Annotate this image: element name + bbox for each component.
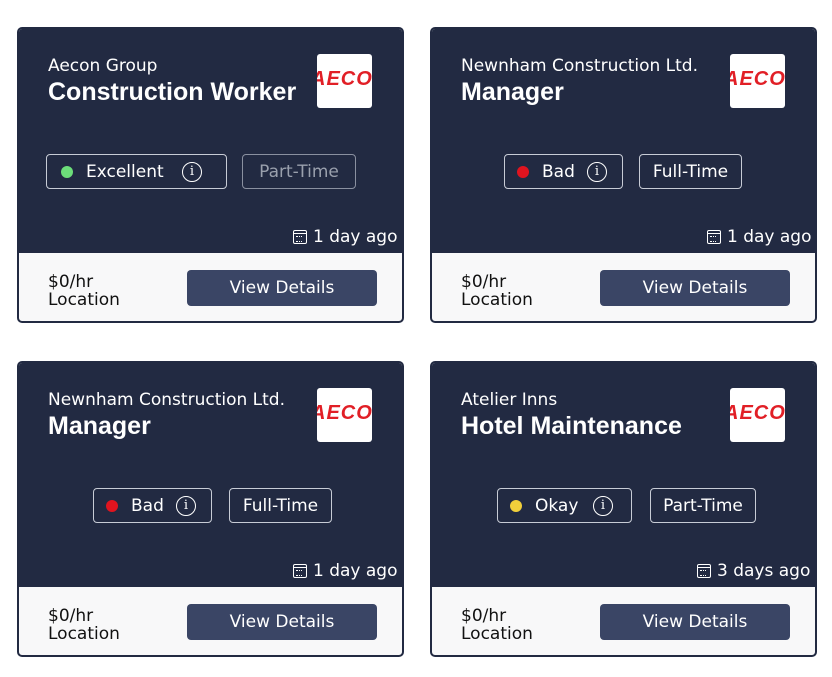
location-label: Location xyxy=(461,624,533,644)
rating-badge: Bad i xyxy=(93,488,212,523)
job-title: Manager xyxy=(461,78,564,106)
company-name: Atelier Inns xyxy=(461,390,558,410)
rating-dot-icon xyxy=(510,499,522,512)
rating-dot-icon xyxy=(61,165,73,178)
view-details-button[interactable]: View Details xyxy=(187,270,377,306)
posted-date: 1 day ago xyxy=(293,227,398,247)
info-icon[interactable]: i xyxy=(587,161,607,182)
pay-info: $0/hr Location xyxy=(48,607,120,643)
pay-info: $0/hr Location xyxy=(48,273,120,309)
job-title: Hotel Maintenance xyxy=(461,412,682,440)
view-details-button[interactable]: View Details xyxy=(600,604,790,640)
rating-label: Bad xyxy=(131,495,164,516)
company-name: Newnham Construction Ltd. xyxy=(461,56,698,76)
job-card: Aecon Group Construction Worker AECON Ex… xyxy=(17,27,404,323)
rating-label: Excellent xyxy=(86,161,164,182)
pay-rate: $0/hr xyxy=(48,606,94,626)
view-details-button[interactable]: View Details xyxy=(187,604,377,640)
rating-dot-icon xyxy=(517,165,529,178)
job-type-badge: Part-Time xyxy=(242,154,356,189)
company-logo: AECON xyxy=(730,388,785,442)
pay-info: $0/hr Location xyxy=(461,607,533,643)
job-card: Atelier Inns Hotel Maintenance AECON Oka… xyxy=(430,361,817,657)
company-logo: AECON xyxy=(317,54,372,108)
rating-badge: Bad i xyxy=(504,154,623,189)
info-icon[interactable]: i xyxy=(176,495,196,516)
info-icon[interactable]: i xyxy=(593,495,613,516)
posted-date: 1 day ago xyxy=(707,227,812,247)
info-icon[interactable]: i xyxy=(182,161,202,182)
job-title: Manager xyxy=(48,412,151,440)
company-logo: AECON xyxy=(730,54,785,108)
location-label: Location xyxy=(48,624,120,644)
job-title: Construction Worker xyxy=(48,78,297,106)
job-type-badge: Part-Time xyxy=(650,488,756,523)
pay-rate: $0/hr xyxy=(461,606,507,626)
posted-date: 1 day ago xyxy=(293,561,398,581)
view-details-button[interactable]: View Details xyxy=(600,270,790,306)
calendar-icon xyxy=(707,230,721,244)
rating-dot-icon xyxy=(106,499,118,512)
rating-label: Bad xyxy=(542,161,575,182)
calendar-icon xyxy=(697,564,711,578)
job-type-badge: Full-Time xyxy=(639,154,742,189)
pay-rate: $0/hr xyxy=(461,272,507,292)
posted-date: 3 days ago xyxy=(697,561,810,581)
job-card: Newnham Construction Ltd. Manager AECON … xyxy=(17,361,404,657)
location-label: Location xyxy=(48,290,120,310)
rating-badge: Excellent i xyxy=(46,154,227,189)
location-label: Location xyxy=(461,290,533,310)
calendar-icon xyxy=(293,564,307,578)
company-name: Newnham Construction Ltd. xyxy=(48,390,285,410)
rating-badge: Okay i xyxy=(497,488,632,523)
pay-rate: $0/hr xyxy=(48,272,94,292)
rating-label: Okay xyxy=(535,495,579,516)
pay-info: $0/hr Location xyxy=(461,273,533,309)
calendar-icon xyxy=(293,230,307,244)
job-type-badge: Full-Time xyxy=(229,488,332,523)
job-card: Newnham Construction Ltd. Manager AECON … xyxy=(430,27,817,323)
company-name: Aecon Group xyxy=(48,56,158,76)
company-logo: AECON xyxy=(317,388,372,442)
